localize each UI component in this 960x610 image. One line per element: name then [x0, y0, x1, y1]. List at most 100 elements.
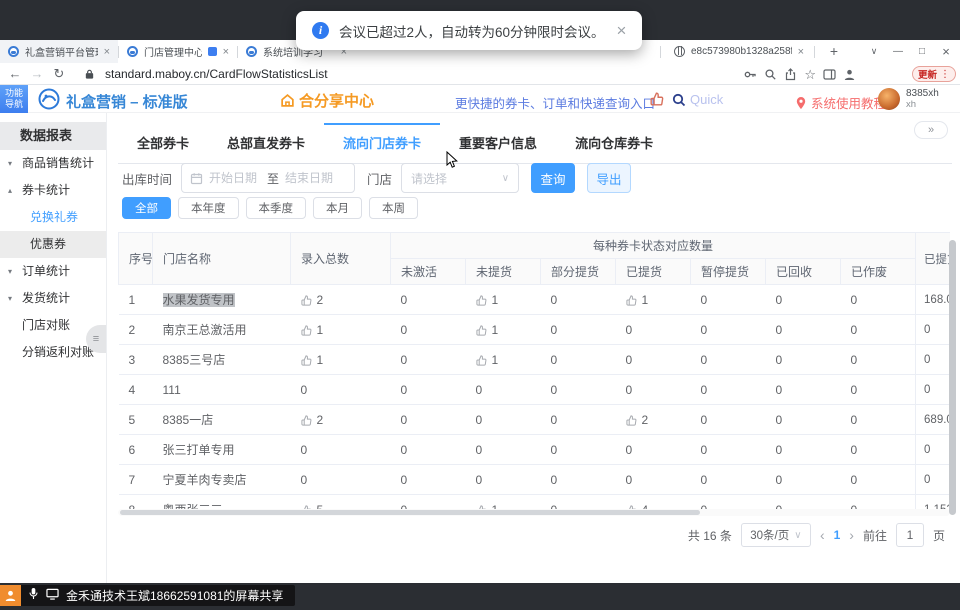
table-cell-status: 0 [466, 405, 541, 435]
table-row[interactable]: 58385一店20002000689.0 [119, 405, 951, 435]
table-cell-total: 0 [291, 435, 391, 465]
horizontal-scrollbar-thumb[interactable] [120, 510, 700, 515]
back-icon[interactable]: ← [4, 66, 26, 81]
side-panel-icon[interactable] [823, 68, 836, 81]
store-select[interactable]: 请选择 ∨ [401, 163, 519, 193]
house-icon [280, 93, 295, 108]
status-col-header: 已提货 [616, 259, 691, 285]
tab-close-icon[interactable]: × [223, 46, 229, 58]
lock-icon[interactable] [84, 68, 95, 80]
col-header-status-group: 每种券卡状态对应数量 [391, 233, 916, 259]
url-text[interactable]: standard.maboy.cn/CardFlowStatisticsList [105, 67, 328, 81]
sidebar-item[interactable]: 兑换礼券 [0, 204, 106, 231]
sidebar-collapse-handle[interactable]: ≡ [86, 325, 106, 353]
store-name: 水果发货专用 [163, 293, 235, 307]
table-row[interactable]: 8粤西张三三501040001,152 [119, 495, 951, 510]
table-cell-status: 0 [841, 315, 916, 345]
tab-close-icon[interactable]: × [798, 46, 804, 58]
table-row[interactable]: 4111000000000 [119, 375, 951, 405]
horizontal-scrollbar[interactable] [118, 509, 950, 516]
table-cell-status: 4 [616, 495, 691, 510]
vertical-scrollbar-thumb[interactable] [949, 240, 956, 515]
user-avatar[interactable] [878, 88, 900, 110]
table-cell-status: 0 [766, 495, 841, 510]
table-row[interactable]: 7宁夏羊肉专卖店000000000 [119, 465, 951, 495]
start-date-input[interactable] [209, 171, 261, 185]
expand-arrow-icon[interactable]: ▴ [8, 177, 12, 204]
page-size-select[interactable]: 30条/页 ∨ [741, 523, 811, 547]
profile-icon[interactable] [843, 68, 856, 81]
tab-close-icon[interactable]: × [104, 46, 110, 58]
content-tab-bar: 全部券卡总部直发券卡流向门店券卡重要客户信息流向仓库券卡 [118, 123, 952, 164]
table-cell-status: 0 [541, 375, 616, 405]
new-tab-button[interactable]: + [824, 42, 844, 62]
goto-page-input[interactable] [896, 523, 924, 547]
key-icon[interactable] [744, 68, 757, 81]
reload-icon[interactable]: ↻ [48, 66, 70, 82]
table-cell-store: 水果发货专用 [153, 285, 291, 315]
store-name: 111 [163, 383, 181, 397]
quick-filter-button[interactable]: 全部 [122, 197, 171, 219]
user-name: 8385xh [906, 88, 939, 99]
current-page[interactable]: 1 [834, 528, 841, 542]
browser-tab[interactable]: 门店管理中心× [119, 40, 237, 63]
table-cell-amount: 0 [916, 315, 950, 345]
window-maximize-icon[interactable]: □ [910, 46, 934, 57]
share-icon[interactable] [784, 68, 797, 81]
vertical-scrollbar[interactable] [948, 113, 957, 583]
table-cell-status: 0 [391, 405, 466, 435]
store-name: 张三打单专用 [163, 443, 235, 457]
window-close-icon[interactable]: × [934, 44, 958, 59]
expand-arrow-icon[interactable]: ▾ [8, 285, 12, 312]
table-row[interactable]: 38385三号店101000000 [119, 345, 951, 375]
sidebar-item[interactable]: ▾商品销售统计 [0, 150, 106, 177]
sidebar-item[interactable]: 优惠券 [0, 231, 106, 258]
sidebar-item[interactable]: ▾订单统计 [0, 258, 106, 285]
end-date-input[interactable] [285, 171, 337, 185]
kebab-menu-icon[interactable]: ⋮ [940, 69, 950, 80]
table-cell-status: 0 [766, 285, 841, 315]
thumb-up-icon [301, 355, 312, 366]
table-row[interactable]: 2南京王总激活用101000000 [119, 315, 951, 345]
tutorial-link[interactable]: 系统使用教程 [795, 93, 886, 112]
expand-arrow-icon[interactable]: ▾ [8, 150, 12, 177]
window-minimize-icon[interactable]: — [886, 46, 910, 57]
prev-page-icon[interactable]: ‹ [820, 527, 825, 543]
toast-close-icon[interactable]: × [617, 22, 627, 39]
sidebar-item[interactable]: ▴券卡统计 [0, 177, 106, 204]
browser-tab-overflow[interactable]: e8c573980b1328a258fd2e6 × [666, 40, 812, 63]
quick-search-label: Quick [690, 92, 723, 107]
forward-icon[interactable]: → [26, 66, 48, 81]
date-range-picker[interactable]: 至 [181, 163, 355, 193]
bookmark-star-icon[interactable]: ☆ [804, 68, 816, 81]
function-nav-toggle[interactable]: 功能导航 [0, 85, 28, 113]
table-cell-amount: 689.0 [916, 405, 950, 435]
quick-entry-text[interactable]: 更快捷的券卡、订单和快递查询入口 [455, 93, 655, 112]
export-button[interactable]: 导出 [587, 163, 631, 193]
content-tab[interactable]: 流向门店券卡 [324, 123, 440, 163]
quick-filter-button[interactable]: 本年度 [178, 197, 239, 219]
zoom-icon[interactable] [764, 68, 777, 81]
content-tab[interactable]: 全部券卡 [118, 123, 208, 163]
browser-tab[interactable]: 礼盒营销平台管理中心× [0, 40, 118, 63]
quick-filter-button[interactable]: 本季度 [246, 197, 307, 219]
content-tab[interactable]: 总部直发券卡 [208, 123, 324, 163]
quick-filter-button[interactable]: 本月 [313, 197, 362, 219]
content-tab[interactable]: 流向仓库券卡 [556, 123, 672, 163]
pointer-hand-icon [650, 92, 664, 111]
share-center-link[interactable]: 合分享中心 [280, 90, 374, 111]
quick-filter-button[interactable]: 本周 [369, 197, 418, 219]
quick-search[interactable]: Quick [672, 92, 723, 107]
browser-update-button[interactable]: 更新 ⋮ [912, 66, 956, 82]
expand-arrow-icon[interactable]: ▾ [8, 258, 12, 285]
panel-collapse-button[interactable]: » [914, 121, 948, 139]
sidebar-item[interactable]: ▾发货统计 [0, 285, 106, 312]
next-page-icon[interactable]: › [849, 527, 854, 543]
window-menu-icon[interactable]: ∨ [862, 46, 886, 57]
table-row[interactable]: 6张三打单专用000000000 [119, 435, 951, 465]
search-button[interactable]: 查询 [531, 163, 575, 193]
table-row[interactable]: 1水果发货专用20101000168.0 [119, 285, 951, 315]
favicon-icon [8, 46, 19, 57]
toast-message: 会议已超过2人，自动转为60分钟限时会议。 [339, 21, 605, 41]
table-cell-status: 0 [841, 465, 916, 495]
